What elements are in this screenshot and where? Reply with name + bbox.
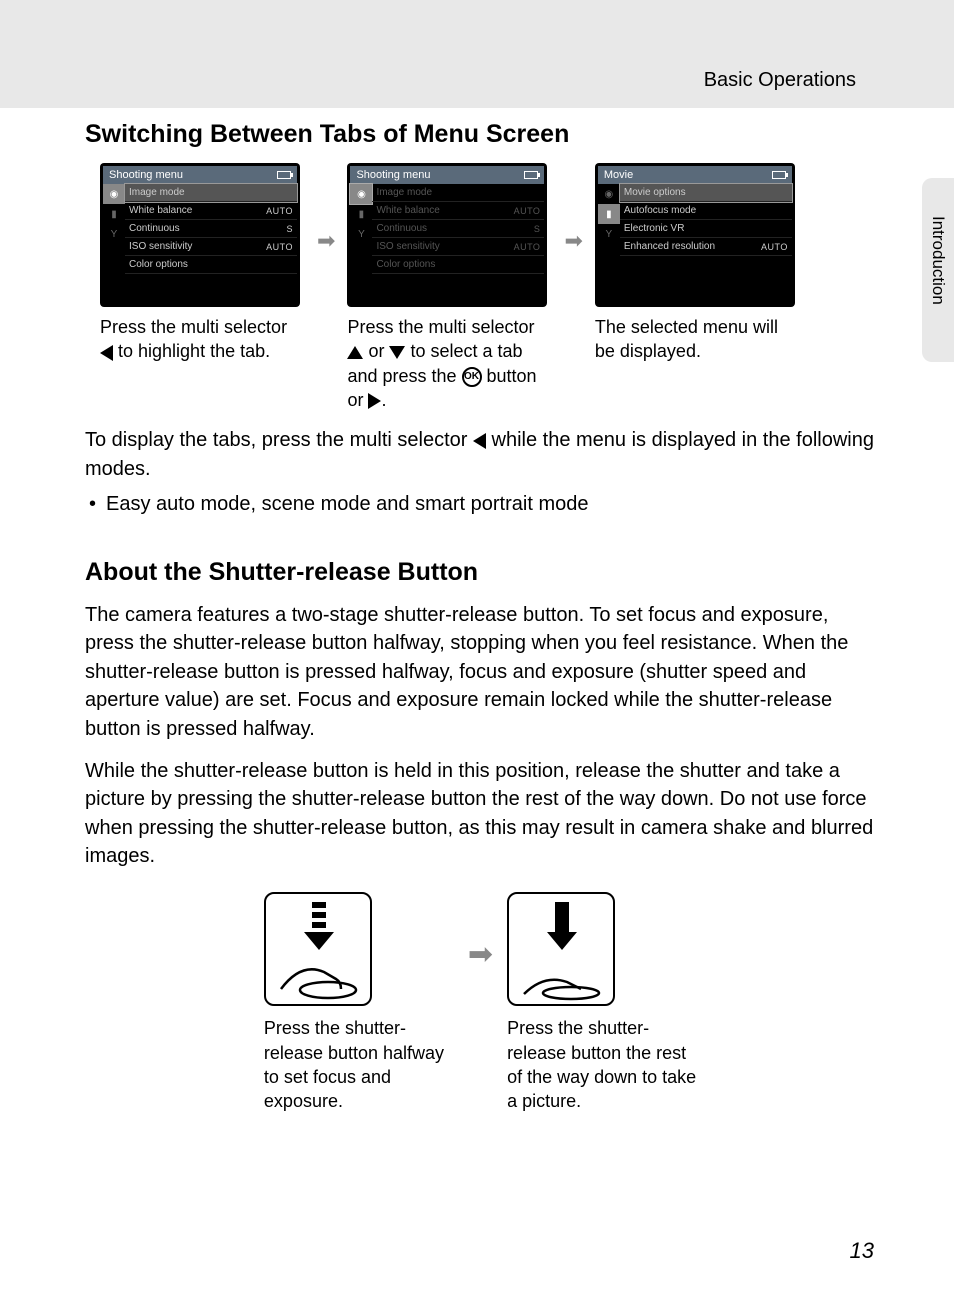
section2-para1: The camera features a two-stage shutter-… [85,601,876,743]
breadcrumb: Basic Operations [704,69,856,92]
screen2-title: Shooting menu [356,169,430,181]
caption-2: Press the multi selector or to select a … [347,315,552,412]
screen1-title: Shooting menu [109,169,183,181]
page-number: 13 [850,1238,874,1264]
tab-icon-movie: ▮ [103,204,125,224]
triangle-left-icon [100,345,113,361]
battery-icon [524,171,538,179]
tab-icon-camera: ◉ [350,184,372,204]
menu-item: Autofocus mode [620,202,792,220]
section2-title: About the Shutter-release Button [85,558,876,587]
shutter-caption-2: Press the shutter-release button the res… [507,1016,697,1113]
menu-item: Image mode [125,184,297,202]
side-tab-label: Introduction [928,216,948,305]
shutter-halfway-illustration [264,892,372,1006]
menu-screen-3: Movie ◉ ▮ Y Movie options Autofocus mode… [595,163,795,307]
caption-1: Press the multi selector to highlight th… [100,315,305,364]
tab-icon-movie: ▮ [598,204,620,224]
shutter-row: Press the shutter-release button halfway… [85,892,876,1113]
tab-icon-setup: Y [598,224,620,244]
section1-title: Switching Between Tabs of Menu Screen [85,120,876,149]
caption-3: The selected menu will be displayed. [595,315,800,364]
triangle-left-icon [473,433,486,449]
menu-screen-2: Shooting menu ◉ ▮ Y Image mode White bal… [347,163,547,307]
menu-item: ISO sensitivityAUTO [372,238,544,256]
triangle-up-icon [347,346,363,359]
header-bar: Basic Operations [50,0,954,108]
menu-item: Color options [372,256,544,274]
menu-item: Color options [125,256,297,274]
triangle-down-icon [389,346,405,359]
arrow-icon: ➡ [468,937,493,972]
triangle-right-icon [368,393,381,409]
section2-para2: While the shutter-release button is held… [85,757,876,871]
ok-button-icon: OK [462,367,482,387]
bullet-item: Easy auto mode, scene mode and smart por… [89,493,876,516]
menu-screen-1: Shooting menu ◉ ▮ Y Image mode White bal… [100,163,300,307]
menu-item: Enhanced resolutionAUTO [620,238,792,256]
tab-icon-camera: ◉ [598,184,620,204]
battery-icon [277,171,291,179]
menu-item: Movie options [620,184,792,202]
menu-item: Electronic VR [620,220,792,238]
shutter-full-illustration [507,892,615,1006]
menu-item: White balanceAUTO [125,202,297,220]
menu-item: White balanceAUTO [372,202,544,220]
tab-icon-camera: ◉ [103,184,125,204]
tab-icon-setup: Y [350,224,372,244]
arrow-icon: ➡ [317,228,335,254]
menu-item: Image mode [372,184,544,202]
menu-item: ContinuousS [372,220,544,238]
bullet-list: Easy auto mode, scene mode and smart por… [89,493,876,516]
screens-row: Shooting menu ◉ ▮ Y Image mode White bal… [100,163,876,412]
section1-para: To display the tabs, press the multi sel… [85,426,876,483]
menu-item: ISO sensitivityAUTO [125,238,297,256]
battery-icon [772,171,786,179]
left-gutter [0,0,50,108]
shutter-caption-1: Press the shutter-release button halfway… [264,1016,454,1113]
screen3-title: Movie [604,169,633,181]
arrow-icon: ➡ [564,228,582,254]
tab-icon-movie: ▮ [350,204,372,224]
tab-icon-setup: Y [103,224,125,244]
side-tab: Introduction [922,178,954,362]
menu-item: ContinuousS [125,220,297,238]
